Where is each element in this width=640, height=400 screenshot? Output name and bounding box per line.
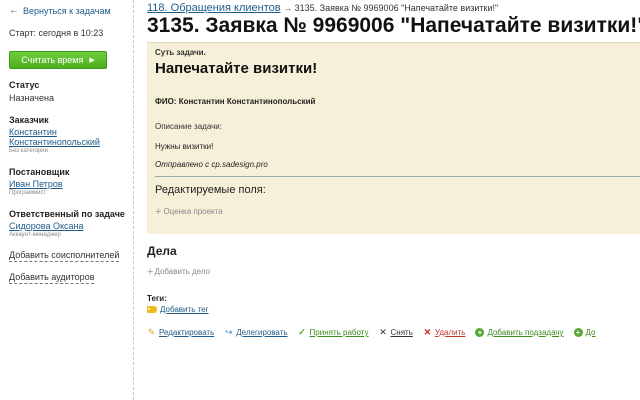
sent-from: Отправлено с cp.sadesign.pro bbox=[155, 160, 268, 169]
plus-icon: + bbox=[147, 265, 154, 278]
back-to-tasks-link[interactable]: ← Вернуться к задачам bbox=[9, 5, 111, 16]
client-fio: ФИО: Константин Константинопольский bbox=[155, 97, 316, 106]
add-subtask-button[interactable]: + Добавить подзадачу bbox=[475, 328, 564, 337]
delete-button[interactable]: ✕ Удалить bbox=[423, 327, 466, 338]
start-time: Старт: сегодня в 10:23 bbox=[9, 28, 104, 38]
edit-label: Редактировать bbox=[159, 328, 215, 337]
play-icon: ▶ bbox=[89, 57, 95, 64]
delegate-label: Делегировать bbox=[236, 328, 288, 337]
customer-link[interactable]: Константин Константинопольский bbox=[9, 127, 100, 147]
plus-circle-icon: + bbox=[475, 328, 485, 337]
page-title: 3135. Заявка № 9969006 "Напечатайте визи… bbox=[147, 14, 640, 37]
add-auditors-link[interactable]: Добавить аудиторов bbox=[9, 272, 95, 284]
breadcrumb-current: 3135. Заявка № 9969006 "Напечатайте визи… bbox=[294, 3, 499, 13]
accept-work-button[interactable]: ✓ Принять работу bbox=[298, 327, 369, 338]
breadcrumb-parent-link[interactable]: 118. Обращения клиентов bbox=[147, 2, 281, 14]
responsible-block: Ответственный по задаче Сидорова Оксана … bbox=[9, 209, 125, 239]
add-case-link[interactable]: + Добавить дело bbox=[147, 265, 211, 278]
customer-heading: Заказчик bbox=[9, 115, 49, 125]
sidebar: ← Вернуться к задачам Старт: сегодня в 1… bbox=[0, 0, 134, 400]
back-to-tasks-label: Вернуться к задачам bbox=[23, 5, 111, 16]
task-description-panel: Суть задачи. Напечатайте визитки! ФИО: К… bbox=[147, 42, 640, 234]
add-subtask-label: Добавить подзадачу bbox=[487, 328, 564, 337]
divider bbox=[155, 176, 640, 177]
tags-heading: Теги: bbox=[147, 294, 167, 303]
add-case-label: Добавить дело bbox=[154, 267, 211, 276]
start-timer-button[interactable]: Считать время ▶ bbox=[9, 51, 107, 69]
editable-fields-heading: Редактируемые поля: bbox=[155, 184, 266, 196]
delete-label: Удалить bbox=[434, 328, 466, 337]
edit-button[interactable]: ✎ Редактировать bbox=[147, 327, 215, 338]
customer-category: Без категории bbox=[9, 148, 48, 154]
add-auditors-label: Добавить аудиторов bbox=[9, 272, 95, 284]
start-timer-label: Считать время bbox=[21, 55, 84, 65]
status-heading: Статус bbox=[9, 80, 40, 90]
delegate-icon: ↪ bbox=[224, 327, 233, 337]
status-block: Статус Назначена bbox=[9, 80, 54, 103]
customer-block: Заказчик Константин Константинопольский … bbox=[9, 115, 100, 155]
customer-name-line2: Константинопольский bbox=[9, 137, 100, 147]
add-tag-link[interactable]: Добавить тег bbox=[147, 305, 209, 314]
remove-button[interactable]: ✕ Снять bbox=[379, 327, 413, 338]
responsible-role: Аккаунт-менеджер bbox=[9, 232, 61, 238]
creator-link[interactable]: Иван Петров bbox=[9, 179, 69, 189]
breadcrumb-separator: → bbox=[283, 3, 293, 13]
description-text: Нужны визитки! bbox=[155, 142, 214, 151]
essence-title: Напечатайте визитки! bbox=[155, 60, 318, 77]
project-rating-link[interactable]: + Оценка проекта bbox=[155, 205, 223, 218]
creator-block: Постановщик Иван Петров Программист bbox=[9, 167, 69, 197]
add-tag-label: Добавить тег bbox=[160, 305, 209, 314]
close-icon: ✕ bbox=[379, 327, 387, 337]
task-actions-bar: ✎ Редактировать ↪ Делегировать ✓ Принять… bbox=[147, 328, 595, 337]
responsible-link[interactable]: Сидорова Оксана bbox=[9, 221, 125, 231]
plus-icon: + bbox=[155, 205, 162, 218]
more-actions-button[interactable]: + До bbox=[573, 328, 596, 337]
creator-heading: Постановщик bbox=[9, 167, 70, 177]
delete-icon: ✕ bbox=[423, 327, 432, 337]
accept-work-label: Принять работу bbox=[309, 328, 369, 337]
arrow-left-icon: ← bbox=[9, 5, 19, 16]
add-coexecutors-link[interactable]: Добавить соисполнителей bbox=[9, 250, 120, 262]
main-content: 118. Обращения клиентов → 3135. Заявка №… bbox=[147, 0, 640, 400]
pencil-icon: ✎ bbox=[147, 327, 156, 337]
breadcrumb: 118. Обращения клиентов → 3135. Заявка №… bbox=[147, 2, 498, 14]
plus-circle-icon: + bbox=[573, 328, 583, 337]
creator-role: Программист bbox=[9, 190, 47, 196]
project-rating-label: Оценка проекта bbox=[163, 207, 223, 216]
add-coexecutors-label: Добавить соисполнителей bbox=[9, 250, 120, 262]
cases-heading: Дела bbox=[147, 244, 177, 258]
checkmark-icon: ✓ bbox=[298, 327, 306, 337]
remove-label: Снять bbox=[390, 328, 413, 337]
more-actions-label: До bbox=[585, 328, 596, 337]
responsible-heading: Ответственный по задаче bbox=[9, 209, 125, 219]
essence-label: Суть задачи. bbox=[155, 48, 206, 57]
tag-icon bbox=[147, 306, 157, 313]
status-value: Назначена bbox=[9, 93, 54, 103]
customer-name-line1: Константин bbox=[9, 127, 57, 137]
description-label: Описание задачи: bbox=[155, 122, 222, 131]
delegate-button[interactable]: ↪ Делегировать bbox=[224, 327, 288, 338]
